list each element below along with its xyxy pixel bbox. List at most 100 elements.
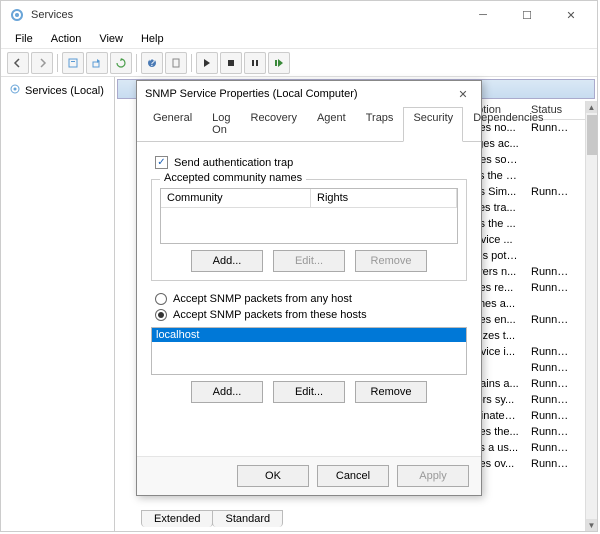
restart-button[interactable] (268, 52, 290, 74)
scroll-up-icon[interactable]: ▲ (586, 101, 597, 113)
table-row[interactable]: les the ... (465, 216, 585, 232)
accept-these-radio[interactable] (155, 309, 167, 321)
apply-button[interactable]: Apply (397, 465, 469, 487)
cell-status (525, 329, 575, 343)
table-row[interactable]: ws the s... (465, 168, 585, 184)
accept-these-label: Accept SNMP packets from these hosts (173, 309, 367, 321)
tab-standard[interactable]: Standard (212, 510, 283, 527)
table-row[interactable]: mizes t... (465, 328, 585, 344)
minimize-button[interactable]: ─ (465, 5, 501, 25)
send-auth-trap-checkbox[interactable]: ✓ (155, 156, 168, 169)
cell-status (525, 297, 575, 311)
properties2-button[interactable] (165, 52, 187, 74)
hosts-add-button[interactable]: Add... (191, 381, 263, 403)
menubar: File Action View Help (1, 29, 597, 49)
close-button[interactable]: ✕ (553, 5, 589, 25)
accept-any-radio[interactable] (155, 293, 167, 305)
community-add-button[interactable]: Add... (191, 250, 263, 272)
hosts-edit-button[interactable]: Edit... (273, 381, 345, 403)
table-row[interactable]: ates soft... (465, 152, 585, 168)
table-row[interactable]: rdinates...Running (465, 408, 585, 424)
export-button[interactable] (86, 52, 108, 74)
cell-status: Running (525, 393, 575, 407)
host-item[interactable]: localhost (152, 328, 466, 342)
titlebar: Services ─ ☐ ✕ (1, 1, 597, 29)
cell-status: Running (525, 425, 575, 439)
cell-status (525, 249, 575, 263)
tab-extended[interactable]: Extended (141, 510, 213, 527)
dialog-title: SNMP Service Properties (Local Computer) (145, 88, 453, 100)
cell-status: Running (525, 185, 575, 199)
help-button[interactable]: ? (141, 52, 163, 74)
services-icon (9, 7, 25, 23)
tab-traps[interactable]: Traps (356, 107, 404, 141)
tab-general[interactable]: General (143, 107, 202, 141)
cell-status (525, 217, 575, 231)
view-tabs: Extended Standard (141, 510, 282, 527)
table-row[interactable]: les Sim...Running (465, 184, 585, 200)
forward-button[interactable] (31, 52, 53, 74)
send-auth-trap-label: Send authentication trap (174, 157, 293, 169)
scroll-down-icon[interactable]: ▼ (586, 519, 597, 531)
table-row[interactable]: ntains a...Running (465, 376, 585, 392)
dialog-titlebar: SNMP Service Properties (Local Computer)… (137, 81, 481, 107)
accept-any-label: Accept SNMP packets from any host (173, 293, 352, 305)
rights-col-header[interactable]: Rights (311, 189, 457, 207)
table-row[interactable]: ives tra... (465, 200, 585, 216)
dialog-close-button[interactable]: ✕ (453, 88, 473, 101)
table-row[interactable]: ides ov...Running (465, 456, 585, 472)
table-body: ides no...Runningages ac...ates soft...w… (465, 120, 585, 472)
hosts-list[interactable]: localhost (151, 327, 467, 375)
properties-button[interactable] (62, 52, 84, 74)
hosts-remove-button[interactable]: Remove (355, 381, 427, 403)
cancel-button[interactable]: Cancel (317, 465, 389, 487)
community-edit-button[interactable]: Edit... (273, 250, 345, 272)
tab-logon[interactable]: Log On (202, 107, 240, 141)
cell-status: Running (525, 265, 575, 279)
table-row[interactable]: ides en...Running (465, 312, 585, 328)
table-row[interactable]: les a us...Running (465, 440, 585, 456)
tree-item-services-local[interactable]: Services (Local) (5, 81, 110, 100)
community-buttons: Add... Edit... Remove (160, 244, 458, 272)
hosts-buttons: Add... Edit... Remove (151, 375, 467, 403)
table-row[interactable]: ties pote... (465, 248, 585, 264)
tab-security[interactable]: Security (403, 107, 463, 142)
cell-status: Running (525, 377, 575, 391)
accept-any-host-row: Accept SNMP packets from any host (151, 291, 467, 307)
table-row[interactable]: iches a... (465, 296, 585, 312)
start-button[interactable] (196, 52, 218, 74)
ok-button[interactable]: OK (237, 465, 309, 487)
table-row[interactable]: ervice ... (465, 232, 585, 248)
security-tab-body: ✓ Send authentication trap Accepted comm… (137, 142, 481, 456)
community-list-header: Community Rights (161, 189, 457, 208)
cell-status (525, 201, 575, 215)
menu-view[interactable]: View (91, 31, 131, 47)
community-col-header[interactable]: Community (161, 189, 311, 207)
refresh-button[interactable] (110, 52, 132, 74)
cell-status: Running (525, 313, 575, 327)
table-row[interactable]: ides the...Running (465, 424, 585, 440)
cell-status: Running (525, 281, 575, 295)
table-row[interactable]: Running (465, 360, 585, 376)
menu-file[interactable]: File (7, 31, 41, 47)
community-list[interactable]: Community Rights (160, 188, 458, 244)
tree-pane: Services (Local) (1, 77, 115, 531)
community-remove-button[interactable]: Remove (355, 250, 427, 272)
services-table: ription Status ides no...Runningages ac.… (465, 101, 585, 472)
table-row[interactable]: ervice i...Running (465, 344, 585, 360)
menu-help[interactable]: Help (133, 31, 172, 47)
toolbar: ? (1, 49, 597, 77)
tab-agent[interactable]: Agent (307, 107, 356, 141)
tab-dependencies[interactable]: Dependencies (463, 107, 553, 141)
vertical-scrollbar[interactable]: ▲ ▼ (585, 101, 597, 531)
scroll-thumb[interactable] (587, 115, 597, 155)
stop-button[interactable] (220, 52, 242, 74)
menu-action[interactable]: Action (43, 31, 90, 47)
pause-button[interactable] (244, 52, 266, 74)
maximize-button[interactable]: ☐ (509, 5, 545, 25)
table-row[interactable]: overs n...Running (465, 264, 585, 280)
table-row[interactable]: itors sy...Running (465, 392, 585, 408)
tab-recovery[interactable]: Recovery (241, 107, 307, 141)
table-row[interactable]: ides re...Running (465, 280, 585, 296)
back-button[interactable] (7, 52, 29, 74)
